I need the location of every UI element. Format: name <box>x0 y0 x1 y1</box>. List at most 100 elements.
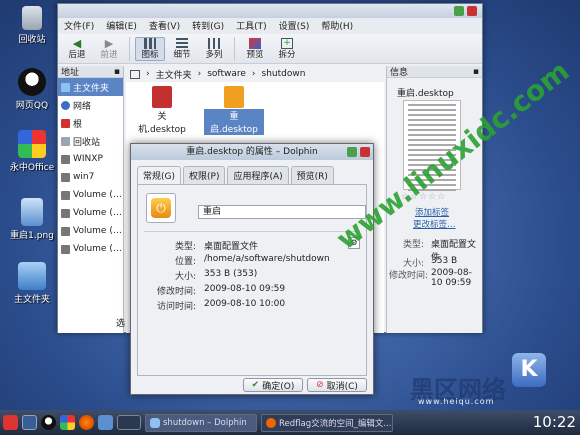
trash-icon <box>61 136 70 146</box>
qq-icon[interactable] <box>41 415 56 430</box>
drive-icon <box>61 208 70 218</box>
breadcrumb: › 主文件夹 › software › shutdown <box>126 66 384 82</box>
window-titlebar[interactable] <box>58 4 482 18</box>
place-volume-3[interactable]: Volume (… <box>58 222 123 240</box>
prop-size-value: 353 B (353) <box>204 269 258 279</box>
place-volume-1[interactable]: Volume (… <box>58 186 123 204</box>
network-icon <box>61 100 70 110</box>
desktop-icon-office[interactable]: 永中Office <box>4 130 60 173</box>
drive-icon <box>61 226 70 236</box>
prop-modified-value: 2009-08-10 09:59 <box>204 284 286 294</box>
name-field[interactable]: 重启 <box>198 205 366 219</box>
back-button[interactable]: ◀ 后退 <box>62 38 92 60</box>
desktop-switch-icon[interactable] <box>22 415 37 430</box>
clock[interactable]: 10:22 <box>533 413 576 431</box>
columns-view-icon <box>208 37 220 49</box>
office-icon[interactable] <box>60 415 75 430</box>
menu-settings[interactable]: 设置(S) <box>279 19 310 33</box>
file-icon-button[interactable]: ⏻ <box>146 193 176 223</box>
prop-location-value: /home/a/software/shutdown <box>204 254 330 264</box>
columns-view-button[interactable]: 多列 <box>199 37 229 60</box>
details-view-button[interactable]: 细节 <box>167 37 197 60</box>
minimize-button[interactable] <box>454 6 464 16</box>
menu-edit[interactable]: 编辑(E) <box>106 19 137 33</box>
place-winxp[interactable]: WINXP <box>58 150 123 168</box>
watermark-url: www.heiqu.com <box>418 397 495 406</box>
root-folder-icon <box>61 118 70 128</box>
menu-view[interactable]: 查看(V) <box>149 19 180 33</box>
tab-preview[interactable]: 预览(R) <box>290 166 334 184</box>
pager-icon[interactable] <box>117 415 141 430</box>
info-size-value: 353 B <box>431 256 458 266</box>
ok-check-icon: ✔ <box>251 380 260 390</box>
taskbar: shutdown – Dolphin Redflag交流的空间_编辑文... <box>0 410 580 435</box>
details-view-icon <box>176 37 188 49</box>
place-root[interactable]: 根 <box>58 114 123 132</box>
place-volume-4[interactable]: Volume (… <box>58 240 123 258</box>
minimize-button[interactable] <box>347 147 357 157</box>
desktop-icon-png[interactable]: 重启1.png <box>4 198 60 241</box>
dolphin-icon <box>150 417 160 428</box>
prop-accessed-value: 2009-08-10 10:00 <box>204 299 286 309</box>
ok-button[interactable]: ✔ 确定(O) <box>243 378 303 392</box>
icons-view-button[interactable]: 图标 <box>135 36 165 61</box>
menu-file[interactable]: 文件(F) <box>64 19 94 33</box>
desktop-icon-home[interactable]: 主文件夹 <box>4 262 60 305</box>
panel-close-icon[interactable]: ▪ <box>473 67 479 77</box>
status-text: 选 <box>116 319 126 329</box>
home-icon <box>61 82 70 92</box>
place-volume-2[interactable]: Volume (… <box>58 204 123 222</box>
desktop-icon-label: 永中Office <box>9 163 55 173</box>
restart-icon: ⏻ <box>151 198 171 218</box>
start-menu-icon[interactable] <box>3 415 18 430</box>
power-icon <box>152 86 172 108</box>
prop-size-label: 大小: <box>174 272 196 282</box>
task-dolphin[interactable]: shutdown – Dolphin <box>145 413 257 432</box>
desktop-icon-trash[interactable]: 回收站 <box>4 6 60 45</box>
menu-tools[interactable]: 工具(T) <box>236 19 267 33</box>
dialog-titlebar[interactable]: 重启.desktop 的属性 – Dolphin <box>131 144 373 160</box>
panel-close-icon[interactable]: ▪ <box>114 67 120 77</box>
menu-go[interactable]: 转到(G) <box>192 19 224 33</box>
info-panel-header: 信息 ▪ <box>387 66 482 78</box>
split-button[interactable]: + 拆分 <box>272 37 302 60</box>
desktop-icon-webqq[interactable]: 网页QQ <box>4 68 60 111</box>
home-icon[interactable] <box>130 69 140 79</box>
menu-help[interactable]: 帮助(H) <box>321 19 353 33</box>
firefox-icon[interactable] <box>79 415 94 430</box>
info-type-label: 类型: <box>403 240 425 250</box>
cancel-icon: ⊘ <box>316 380 324 390</box>
close-button[interactable] <box>467 6 477 16</box>
tab-permissions[interactable]: 权限(P) <box>183 166 226 184</box>
back-arrow-icon: ◀ <box>72 36 82 50</box>
breadcrumb-separator-icon: › <box>251 69 256 79</box>
drive-icon <box>61 190 70 200</box>
file-manager-icon[interactable] <box>98 415 113 430</box>
file-restart[interactable]: 重 启.desktop <box>204 86 264 135</box>
place-network[interactable]: 网络 <box>58 96 123 114</box>
info-filename: 重启.desktop <box>397 89 454 99</box>
forward-button[interactable]: ▶ 前进 <box>94 38 124 60</box>
close-button[interactable] <box>360 147 370 157</box>
place-win7[interactable]: win7 <box>58 168 123 186</box>
place-home[interactable]: 主文件夹 <box>58 78 123 96</box>
prop-type-label: 类型: <box>174 242 196 252</box>
place-trash[interactable]: 回收站 <box>58 132 123 150</box>
split-icon: + <box>281 37 293 49</box>
breadcrumb-home[interactable]: 主文件夹 <box>156 68 192 81</box>
qq-penguin-icon <box>18 68 46 96</box>
cancel-button[interactable]: ⊘ 取消(C) <box>307 378 367 392</box>
breadcrumb-shutdown[interactable]: shutdown <box>262 69 306 79</box>
preview-button[interactable]: 预览 <box>240 37 270 60</box>
restart-icon <box>224 86 244 108</box>
home-folder-icon <box>18 262 46 290</box>
tab-general[interactable]: 常规(G) <box>137 166 181 184</box>
task-firefox[interactable]: Redflag交流的空间_编辑文... <box>261 413 393 432</box>
icons-view-icon <box>144 37 156 49</box>
file-shutdown[interactable]: 关 机.desktop <box>132 86 192 135</box>
info-modified-value: 2009-08-10 09:59 <box>431 268 472 288</box>
breadcrumb-separator-icon: › <box>146 69 150 79</box>
drive-icon <box>61 172 70 182</box>
tab-applications[interactable]: 应用程序(A) <box>227 166 289 184</box>
breadcrumb-software[interactable]: software <box>207 69 246 79</box>
